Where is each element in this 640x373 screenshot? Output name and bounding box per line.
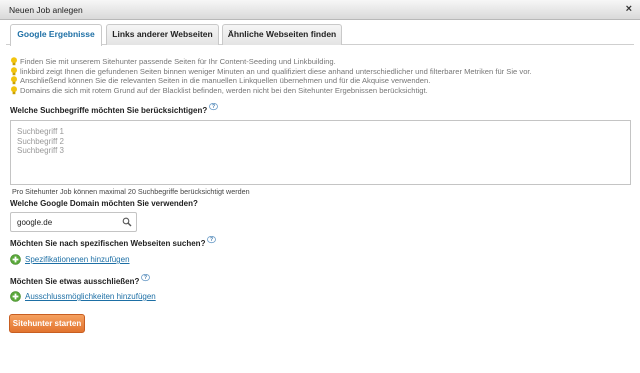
keywords-label-text: Welche Suchbegriffe möchten Sie berücksi… — [10, 106, 208, 115]
exclude-label: Möchten Sie etwas ausschließen?? — [10, 274, 151, 286]
dialog-titlebar: Neuen Job anlegen × — [0, 0, 640, 20]
help-icon[interactable]: ? — [207, 236, 217, 244]
svg-text:?: ? — [144, 275, 147, 281]
svg-text:?: ? — [210, 237, 213, 243]
lightbulb-icon — [11, 76, 17, 85]
google-domain-input[interactable] — [11, 213, 119, 231]
keywords-label: Welche Suchbegriffe möchten Sie berücksi… — [10, 103, 219, 115]
keywords-textarea[interactable] — [10, 120, 631, 185]
info-item: linkbird zeigt Ihnen die gefundenen Seit… — [10, 67, 630, 77]
lightbulb-icon — [11, 85, 17, 94]
tab-aehnliche-webseiten[interactable]: Ähnliche Webseiten finden — [222, 24, 342, 45]
help-icon[interactable]: ? — [141, 274, 151, 282]
dialog-title: Neuen Job anlegen — [9, 5, 83, 15]
info-item: Anschließend können Sie die relevanten S… — [10, 76, 630, 86]
help-icon[interactable]: ? — [209, 103, 219, 111]
lightbulb-icon — [11, 66, 17, 75]
specific-label: Möchten Sie nach spezifischen Webseiten … — [10, 236, 217, 248]
plus-icon[interactable] — [10, 291, 21, 302]
info-item: Domains die sich mit rotem Grund auf der… — [10, 86, 630, 96]
close-icon[interactable]: × — [626, 3, 632, 15]
google-domain-field — [10, 212, 137, 232]
info-text: Anschließend können Sie die relevanten S… — [20, 76, 431, 85]
info-text: Finden Sie mit unserem Sitehunter passen… — [20, 57, 336, 66]
info-text: linkbird zeigt Ihnen die gefundenen Seit… — [20, 66, 532, 76]
domain-label: Welche Google Domain möchten Sie verwend… — [10, 199, 198, 208]
plus-icon[interactable] — [10, 254, 21, 265]
add-specification-link[interactable]: Spezifikationenen hinzufügen — [25, 255, 130, 264]
specific-label-text: Möchten Sie nach spezifischen Webseiten … — [10, 239, 206, 248]
start-sitehunter-button[interactable]: Sitehunter starten — [9, 314, 85, 333]
tab-google-ergebnisse[interactable]: Google Ergebnisse — [10, 24, 102, 46]
keywords-hint: Pro Sitehunter Job können maximal 20 Suc… — [12, 187, 250, 196]
tab-links-anderer-webseiten[interactable]: Links anderer Webseiten — [106, 24, 219, 45]
lightbulb-icon — [11, 57, 17, 66]
search-icon[interactable] — [122, 217, 132, 227]
add-exclusion-link[interactable]: Ausschlussmöglichkeiten hinzufügen — [25, 292, 156, 301]
info-item: Finden Sie mit unserem Sitehunter passen… — [10, 57, 630, 67]
exclude-label-text: Möchten Sie etwas ausschließen? — [10, 277, 140, 286]
info-list: Finden Sie mit unserem Sitehunter passen… — [10, 57, 630, 95]
svg-text:?: ? — [212, 104, 215, 110]
tab-bar: Google Ergebnisse Links anderer Webseite… — [6, 23, 634, 46]
info-text: Domains die sich mit rotem Grund auf der… — [20, 85, 428, 95]
